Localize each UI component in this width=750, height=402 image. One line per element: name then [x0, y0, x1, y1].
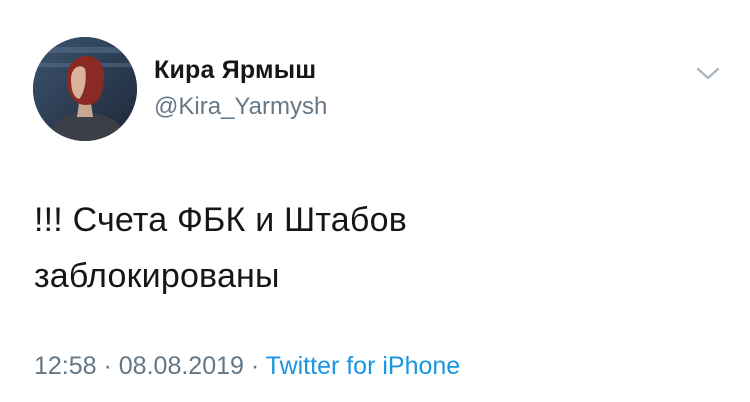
meta-separator: ·: [96, 352, 119, 380]
tweet-source-link[interactable]: Twitter for iPhone: [266, 352, 461, 380]
tweet-date[interactable]: 08.08.2019: [119, 352, 244, 380]
meta-separator: ·: [243, 352, 266, 380]
tweet-text: !!! Счета ФБК и Штабов заблокированы: [34, 192, 674, 304]
tweet-card: Кира Ярмыш @Kira_Yarmysh !!! Счета ФБК и…: [0, 0, 750, 402]
chevron-down-icon[interactable]: [694, 62, 722, 84]
author-handle[interactable]: @Kira_Yarmysh: [154, 93, 327, 121]
tweet-text-line: !!! Счета ФБК и Штабов: [34, 201, 407, 239]
tweet-time[interactable]: 12:58: [34, 352, 97, 380]
tweet-meta: 12:58 · 08.08.2019 · Twitter for iPhone: [34, 352, 460, 381]
author-name[interactable]: Кира Ярмыш: [154, 56, 316, 85]
avatar-photo-icon: [33, 37, 137, 141]
tweet-text-line: заблокированы: [34, 257, 280, 295]
avatar[interactable]: [33, 37, 137, 141]
